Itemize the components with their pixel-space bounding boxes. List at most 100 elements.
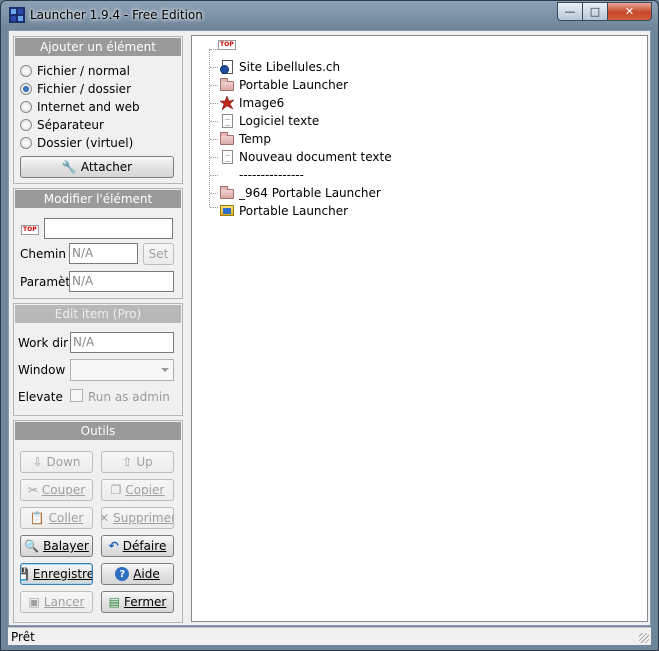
radio-circle-checked[interactable] [20, 83, 32, 95]
radio-circle[interactable] [20, 65, 32, 77]
item-tree[interactable]: TOP Site Libellules.ch Portable Launcher [191, 35, 648, 622]
modify-item-header: Modifier l'élément [15, 190, 181, 208]
down-label: Down [46, 455, 81, 469]
status-bar: Prêt [8, 627, 651, 645]
save-button[interactable]: 💾Enregistrer [20, 563, 93, 585]
radio-label: Fichier / dossier [37, 82, 132, 96]
main-window: Launcher 1.9.4 - Free Edition — □ ✕ Ajou… [0, 0, 659, 651]
web-shortcut-icon [219, 59, 235, 75]
folder-icon [219, 185, 235, 201]
tools-group: Outils ⇩ Down ⇧ Up ✂ Couper ❐ Copier 📋 Coller [13, 420, 183, 623]
window-title: Launcher 1.9.4 - Free Edition [30, 8, 203, 22]
help-button[interactable]: ? Aide [101, 563, 174, 585]
app-icon [9, 7, 25, 23]
tree-item-label: Logiciel texte [239, 113, 320, 128]
tree-item-label: --------------- [239, 167, 304, 182]
close-app-label: Fermer [123, 595, 167, 609]
params-input[interactable]: N/A [69, 271, 174, 292]
path-input[interactable]: N/A [69, 243, 138, 264]
tree-item[interactable]: Logiciel texte [219, 112, 319, 129]
radio-file-folder[interactable]: Fichier / dossier [20, 81, 131, 97]
set-button[interactable]: Set [143, 243, 174, 265]
close-icon: ✕ [624, 5, 635, 18]
add-item-group: Ajouter un élément Fichier / normal Fich… [13, 36, 183, 184]
radio-circle[interactable] [20, 119, 32, 131]
workdir-label: Work dir [18, 336, 69, 350]
radio-circle[interactable] [20, 137, 32, 149]
radio-separator[interactable]: Séparateur [20, 117, 104, 133]
tools-header: Outils [15, 422, 181, 440]
radio-label: Fichier / normal [37, 64, 130, 78]
document-icon [219, 113, 235, 129]
undo-button[interactable]: ↶ Défaire [101, 535, 174, 557]
copy-label: Copier [125, 483, 165, 497]
run-as-admin-label: Run as admin [88, 390, 170, 404]
tree-connector [210, 157, 218, 158]
close-app-button[interactable]: ▤ Fermer [101, 591, 174, 613]
window-select[interactable] [70, 359, 174, 381]
maximize-icon: □ [589, 5, 601, 18]
scissors-icon: ✂ [27, 483, 38, 497]
up-label: Up [136, 455, 153, 469]
resize-grip-icon[interactable] [639, 633, 649, 643]
tree-item-label: Site Libellules.ch [239, 59, 341, 74]
tree-item-label: Portable Launcher [239, 77, 349, 92]
maximize-button[interactable]: □ [583, 2, 608, 21]
tree-connector [210, 207, 218, 208]
tree-item[interactable]: Nouveau document texte [219, 148, 392, 165]
tree-connector [209, 49, 210, 207]
tree-separator-item[interactable]: --------------- [239, 166, 304, 183]
radio-label: Séparateur [37, 118, 104, 132]
magnifier-icon: 🔍 [24, 539, 40, 553]
minimize-button[interactable]: — [557, 2, 583, 21]
radio-label: Internet and web [37, 100, 140, 114]
edit-pro-group: Edit item (Pro) Work dir N/A Window Elev… [13, 303, 183, 416]
close-button[interactable]: ✕ [608, 2, 652, 21]
elevate-label: Elevate [18, 390, 63, 404]
workdir-input[interactable]: N/A [70, 332, 174, 353]
tree-root-top-icon[interactable]: TOP [218, 40, 236, 50]
tree-item-label: _964 Portable Launcher [239, 185, 381, 200]
params-label: Paramètres [20, 275, 70, 289]
tree-item[interactable]: Temp [219, 130, 271, 147]
tree-item[interactable]: _964 Portable Launcher [219, 184, 381, 201]
minimize-icon: — [564, 5, 576, 18]
help-label: Aide [133, 567, 160, 581]
paste-icon: 📋 [29, 511, 45, 525]
tree-connector [210, 103, 218, 104]
radio-circle[interactable] [20, 101, 32, 113]
tree-item[interactable]: Image6 [219, 94, 284, 111]
title-bar[interactable]: Launcher 1.9.4 - Free Edition — □ ✕ [1, 1, 658, 31]
window-label: Window [18, 363, 66, 377]
tree-connector [210, 193, 218, 194]
paste-button[interactable]: 📋 Coller [20, 507, 93, 529]
chevron-down-icon [161, 368, 169, 372]
copy-button[interactable]: ❐ Copier [101, 479, 174, 501]
top-badge-icon: TOP [21, 225, 39, 235]
delete-label: Supprimer [113, 511, 174, 525]
sweep-button[interactable]: 🔍 Balayer [20, 535, 93, 557]
cut-button[interactable]: ✂ Couper [20, 479, 93, 501]
tree-item[interactable]: Portable Launcher [219, 76, 348, 93]
radio-virtual-folder[interactable]: Dossier (virtuel) [20, 135, 133, 151]
attach-button[interactable]: 🔧 Attacher [20, 156, 174, 178]
radio-internet-web[interactable]: Internet and web [20, 99, 140, 115]
tree-item[interactable]: Site Libellules.ch [219, 58, 340, 75]
path-label: Chemin : [20, 247, 74, 261]
item-name-input[interactable] [44, 218, 173, 239]
exit-door-icon: ▤ [108, 595, 120, 609]
launch-icon: ▣ [28, 595, 40, 609]
tree-item-label: Nouveau document texte [239, 149, 392, 164]
radio-file-normal[interactable]: Fichier / normal [20, 63, 130, 79]
tree-item-label: Portable Launcher [239, 203, 349, 218]
wrench-icon: 🔧 [61, 160, 77, 174]
tree-item-label: Image6 [239, 95, 285, 110]
delete-button[interactable]: ✕ Supprimer [101, 507, 174, 529]
tree-item[interactable]: Portable Launcher [219, 202, 348, 219]
launch-button[interactable]: ▣ Lancer [20, 591, 93, 613]
folder-icon [219, 77, 235, 93]
down-button[interactable]: ⇩ Down [20, 451, 93, 473]
tree-connector [210, 121, 218, 122]
run-as-admin-checkbox[interactable] [70, 389, 83, 402]
up-button[interactable]: ⇧ Up [101, 451, 174, 473]
